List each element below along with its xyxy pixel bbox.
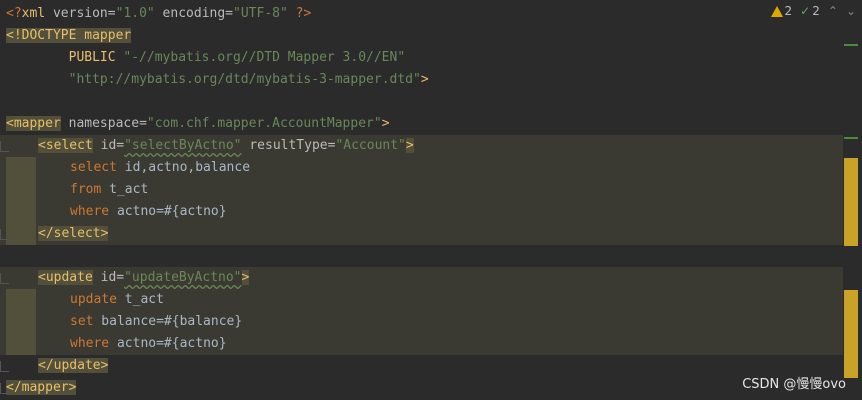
fold-marker-icon[interactable]: [0, 229, 9, 240]
code-line-11[interactable]: </select>: [0, 223, 843, 245]
weak-warnings-count[interactable]: ✓ 2: [800, 4, 820, 18]
code-line-10[interactable]: where actno=#{actno}: [0, 201, 843, 223]
doctype-public-id: "-//mybatis.org//DTD Mapper 3.0//EN": [123, 50, 406, 65]
sql-text: actno: [109, 336, 157, 351]
xml-attr: encoding=: [154, 6, 234, 21]
sql-keyword: where: [70, 204, 110, 219]
sql-param: =#{actno}: [156, 204, 227, 219]
update-close-tag: </update>: [38, 358, 109, 373]
mapper-open-close: >: [381, 116, 390, 131]
weak-warnings-count-label: 2: [812, 4, 820, 18]
mapper-namespace-value: "com.chf.mapper.AccountMapper": [146, 116, 382, 131]
update-open-tag: <update: [38, 270, 93, 285]
code-line-9[interactable]: from t_act: [0, 179, 843, 201]
mapper-namespace-attr: namespace=: [60, 116, 147, 131]
code-line-13[interactable]: <update id="updateByActno">: [0, 267, 843, 289]
warnings-count-label: 2: [784, 4, 793, 18]
select-close-tag: </select>: [38, 226, 109, 241]
xml-decl-name: xml: [21, 6, 46, 21]
sql-text: t_act: [116, 292, 164, 307]
warnings-count[interactable]: 2: [770, 4, 793, 18]
code-line-15[interactable]: set balance=#{balance}: [0, 311, 843, 333]
change-marker[interactable]: [844, 44, 858, 46]
highlight-marker[interactable]: [844, 158, 858, 246]
update-id-attr: id=: [92, 270, 125, 285]
doctype: <!DOCTYPE mapper: [6, 28, 132, 43]
code-line-17[interactable]: </update>: [0, 355, 843, 377]
sql-text: t_act: [101, 182, 149, 197]
sql-keyword: where: [70, 336, 110, 351]
code-line-3[interactable]: PUBLIC "-//mybatis.org//DTD Mapper 3.0//…: [0, 47, 843, 69]
fold-marker-icon[interactable]: [0, 141, 9, 152]
code-line-4[interactable]: "http://mybatis.org/dtd/mybatis-3-mapper…: [0, 69, 843, 91]
code-line-16[interactable]: where actno=#{actno}: [0, 333, 843, 355]
select-id-attr: id=: [92, 138, 125, 153]
update-id-value: "updateByActno": [124, 270, 242, 285]
xml-attr: version=: [45, 6, 116, 21]
chevron-up-icon[interactable]: ⌃: [828, 4, 838, 18]
mapper-close-tag: </mapper>: [6, 380, 77, 395]
code-line-6[interactable]: <mapper namespace="com.chf.mapper.Accoun…: [0, 113, 843, 135]
sql-keyword: from: [70, 182, 102, 197]
xml-val: "1.0": [115, 6, 155, 21]
select-id-value: "selectByActno": [124, 138, 242, 153]
code-line-7[interactable]: <select id="selectByActno" resultType="A…: [0, 135, 843, 157]
code-editor[interactable]: <?xml version="1.0" encoding="UTF-8" ?> …: [0, 0, 862, 400]
code-line-18[interactable]: </mapper>: [0, 377, 843, 399]
watermark: CSDN @慢慢ovo: [742, 377, 846, 392]
mapper-open-tag: <mapper: [6, 116, 61, 131]
select-open-close: >: [405, 138, 414, 153]
sql-keyword: update: [70, 292, 117, 307]
update-open-close: >: [241, 270, 250, 285]
sql-keyword: select: [70, 160, 117, 175]
fold-marker-icon[interactable]: [0, 361, 9, 372]
doctype-close: >: [420, 72, 429, 87]
fold-marker-icon[interactable]: [0, 273, 9, 284]
change-marker[interactable]: [844, 137, 858, 139]
sql-param: =#{actno}: [156, 336, 227, 351]
select-resulttype-attr: resultType=: [241, 138, 336, 153]
fold-marker-icon[interactable]: [0, 383, 9, 394]
sql-text: id,actno,balance: [116, 160, 251, 175]
inspection-widget[interactable]: 2 ✓ 2 ⌃ ⌄: [770, 4, 856, 18]
select-open-tag: <select: [38, 138, 93, 153]
check-icon: ✓: [800, 4, 811, 18]
xml-decl-open: <?: [6, 6, 22, 21]
xml-decl-close: ?>: [287, 6, 312, 21]
sql-text: actno: [109, 204, 157, 219]
doctype-system-id: "http://mybatis.org/dtd/mybatis-3-mapper…: [68, 72, 421, 87]
code-line-2[interactable]: <!DOCTYPE mapper: [0, 25, 843, 47]
code-line-8[interactable]: select id,actno,balance: [0, 157, 843, 179]
error-stripe[interactable]: [843, 0, 862, 400]
sql-keyword: set: [70, 314, 94, 329]
highlight-marker[interactable]: [844, 290, 858, 378]
code-line-14[interactable]: update t_act: [0, 289, 843, 311]
warning-icon: [770, 5, 783, 17]
doctype-public: PUBLIC: [6, 50, 124, 65]
select-resulttype-value: "Account": [335, 138, 406, 153]
xml-val: "UTF-8": [233, 6, 288, 21]
chevron-down-icon[interactable]: ⌄: [846, 4, 856, 18]
code-line-1[interactable]: <?xml version="1.0" encoding="UTF-8" ?>: [0, 3, 843, 25]
sql-text: balance=#{balance}: [93, 314, 243, 329]
